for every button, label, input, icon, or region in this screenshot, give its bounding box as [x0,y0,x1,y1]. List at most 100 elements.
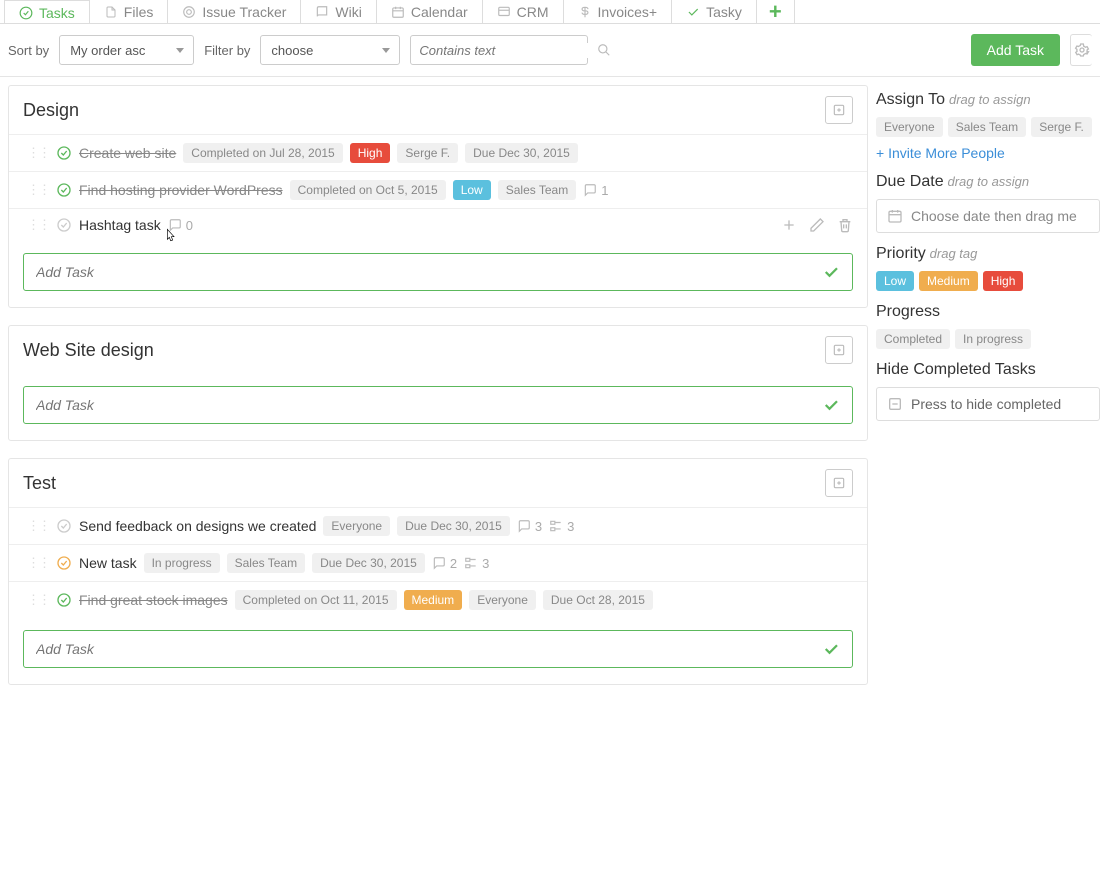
status-chip: Completed on Oct 5, 2015 [290,180,446,200]
due-title: Due Date [876,173,944,190]
filter-label: Filter by [204,43,250,58]
search-icon [597,43,611,57]
add-task-input[interactable] [36,264,822,280]
task-name: Find hosting provider WordPress [79,182,283,198]
add-task-input[interactable] [36,641,822,657]
drag-handle-icon[interactable]: ⋮⋮ [27,592,49,608]
tab-wiki[interactable]: Wiki [301,0,376,24]
minus-square-icon [887,396,903,412]
due-hint: drag to assign [947,174,1029,189]
priority-chip-medium[interactable]: Medium [919,271,978,291]
tab-issue-tracker[interactable]: Issue Tracker [168,0,301,24]
section-add-button[interactable] [825,96,853,124]
tab-label: Calendar [411,4,468,20]
assign-chip[interactable]: Everyone [876,117,943,137]
confirm-add-icon[interactable] [822,396,840,414]
add-subtask-icon[interactable] [781,217,797,233]
task-row[interactable]: ⋮⋮ New task In progress Sales Team Due D… [9,544,867,581]
calendar-icon [887,208,903,224]
tab-label: Files [124,4,154,20]
tab-label: Tasky [706,4,742,20]
confirm-add-icon[interactable] [822,640,840,658]
tab-calendar[interactable]: Calendar [377,0,483,24]
task-row[interactable]: ⋮⋮ Create web site Completed on Jul 28, … [9,134,867,171]
due-placeholder: Choose date then drag me [911,208,1077,224]
drag-handle-icon[interactable]: ⋮⋮ [27,555,49,571]
task-row[interactable]: ⋮⋮ Find hosting provider WordPress Compl… [9,171,867,208]
tab-crm[interactable]: CRM [483,0,564,24]
status-check-icon[interactable] [56,217,72,233]
confirm-add-icon[interactable] [822,263,840,281]
section-title: Test [23,473,56,494]
tab-invoices[interactable]: Invoices+ [564,0,673,24]
drag-handle-icon[interactable]: ⋮⋮ [27,145,49,161]
priority-chip-high[interactable]: High [983,271,1024,291]
task-row[interactable]: ⋮⋮ Send feedback on designs we created E… [9,507,867,544]
drag-handle-icon[interactable]: ⋮⋮ [27,217,49,233]
tab-tasky[interactable]: Tasky [672,0,757,24]
due-chip: Due Dec 30, 2015 [312,553,425,573]
drag-handle-icon[interactable]: ⋮⋮ [27,182,49,198]
target-icon [182,5,196,19]
section-test: Test ⋮⋮ Send feedback on designs we crea… [8,458,868,685]
add-task-button[interactable]: Add Task [971,34,1060,66]
status-check-icon[interactable] [56,518,72,534]
assign-title: Assign To [876,91,945,108]
task-row[interactable]: ⋮⋮ Find great stock images Completed on … [9,581,867,618]
sort-select[interactable]: My order asc [59,35,194,65]
add-tab-button[interactable]: + [757,0,795,24]
assignee-chip: Everyone [469,590,536,610]
sort-value: My order asc [70,43,145,58]
status-check-icon[interactable] [56,145,72,161]
tab-label: Tasks [39,5,75,21]
priority-title: Priority [876,245,926,262]
filter-value: choose [271,43,313,58]
priority-chip-low[interactable]: Low [876,271,914,291]
invite-link[interactable]: + Invite More People [876,145,1005,161]
settings-button[interactable] [1070,34,1092,66]
search-box [410,35,588,65]
delete-icon[interactable] [837,217,853,233]
assign-chip[interactable]: Sales Team [948,117,1026,137]
priority-chip: Medium [404,590,463,610]
file-icon [104,5,118,19]
filter-select[interactable]: choose [260,35,400,65]
calendar-icon [391,5,405,19]
progress-chip-in-progress[interactable]: In progress [955,329,1031,349]
section-add-button[interactable] [825,469,853,497]
comments-meta: 3 [517,519,542,534]
section-title: Design [23,100,79,121]
assign-chip[interactable]: Serge F. [1031,117,1092,137]
status-chip: Completed on Jul 28, 2015 [183,143,342,163]
task-name: Create web site [79,145,176,161]
sidebar: Assign To drag to assign Everyone Sales … [876,77,1100,742]
main-tabs: Tasks Files Issue Tracker Wiki Calendar … [0,0,1100,24]
section-title: Web Site design [23,340,154,361]
assignee-chip: Everyone [323,516,390,536]
search-input[interactable] [419,43,597,58]
assignee-chip: Sales Team [498,180,576,200]
book-icon [315,5,329,19]
tab-tasks[interactable]: Tasks [4,0,90,24]
add-task-input-box [23,386,853,424]
status-check-icon[interactable] [56,182,72,198]
section-add-button[interactable] [825,336,853,364]
tab-files[interactable]: Files [90,0,169,24]
status-chip: Completed on Oct 11, 2015 [235,590,397,610]
due-date-picker[interactable]: Choose date then drag me [876,199,1100,233]
edit-icon[interactable] [809,217,825,233]
status-check-icon[interactable] [56,555,72,571]
comments-meta: 1 [583,183,608,198]
assign-hint: drag to assign [949,92,1031,107]
subtasks-meta: 3 [549,519,574,534]
status-check-icon[interactable] [56,592,72,608]
add-task-input-box [23,253,853,291]
tab-label: Issue Tracker [202,4,286,20]
section-design: Design ⋮⋮ Create web site Completed on J… [8,85,868,308]
progress-chip-completed[interactable]: Completed [876,329,950,349]
hide-completed-button[interactable]: Press to hide completed [876,387,1100,421]
task-row[interactable]: ⋮⋮ Hashtag task 0 [9,208,867,241]
add-task-input[interactable] [36,397,822,413]
task-name: New task [79,555,137,571]
drag-handle-icon[interactable]: ⋮⋮ [27,518,49,534]
